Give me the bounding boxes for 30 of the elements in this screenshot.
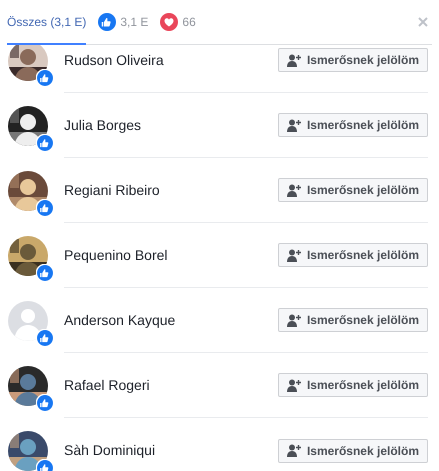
add-person-icon bbox=[286, 54, 302, 66]
person-name[interactable]: Rafael Rogeri bbox=[64, 374, 278, 396]
add-friend-button[interactable]: Ismerősnek jelölöm bbox=[278, 438, 428, 462]
add-friend-button[interactable]: Ismerősnek jelölöm bbox=[278, 243, 428, 267]
add-friend-button[interactable]: Ismerősnek jelölöm bbox=[278, 48, 428, 72]
like-badge-icon bbox=[36, 328, 54, 346]
add-friend-button[interactable]: Ismerősnek jelölöm bbox=[278, 308, 428, 332]
like-icon bbox=[98, 12, 116, 30]
person-name[interactable]: Julia Borges bbox=[64, 114, 278, 136]
person-name[interactable]: Anderson Kayque bbox=[64, 310, 278, 330]
close-button[interactable] bbox=[416, 15, 430, 29]
like-badge-icon bbox=[36, 134, 54, 152]
add-person-icon bbox=[286, 444, 302, 457]
add-friend-button[interactable]: Ismerősnek jelölöm bbox=[278, 113, 428, 137]
add-friend-button[interactable]: Ismerősnek jelölöm bbox=[278, 178, 428, 202]
avatar-placeholder bbox=[8, 300, 48, 340]
add-person-icon bbox=[286, 118, 302, 132]
person-name[interactable]: Regiani Ribeiro bbox=[64, 180, 278, 200]
like-badge-icon bbox=[36, 198, 54, 216]
person-name[interactable]: Rudson Oliveira bbox=[64, 50, 278, 70]
add-person-icon bbox=[286, 184, 302, 196]
like-badge-icon bbox=[36, 68, 54, 86]
person-name[interactable]: Sàh Dominiqui bbox=[64, 440, 278, 461]
like-badge-icon bbox=[36, 264, 54, 282]
person-name[interactable]: Pequenino Borel bbox=[64, 244, 278, 266]
like-badge-icon bbox=[36, 394, 54, 412]
add-person-icon bbox=[286, 378, 302, 392]
add-person-icon bbox=[286, 314, 302, 326]
add-person-icon bbox=[286, 248, 302, 262]
add-friend-button[interactable]: Ismerősnek jelölöm bbox=[278, 373, 428, 397]
